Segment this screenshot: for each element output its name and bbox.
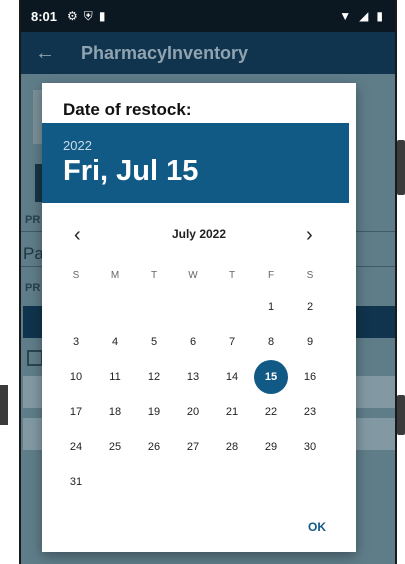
header-year[interactable]: 2022: [63, 138, 92, 153]
calendar-day[interactable]: 2: [293, 292, 327, 322]
date-picker-dialog: Date of restock: 2022 Fri, Jul 15 ‹ July…: [42, 83, 356, 552]
app-bar: ← PharmacyInventory: [21, 32, 395, 74]
calendar-day[interactable]: 27: [176, 432, 210, 462]
calendar-day[interactable]: 19: [137, 397, 171, 427]
ok-button[interactable]: OK: [308, 520, 326, 534]
calendar-day[interactable]: 25: [98, 432, 132, 462]
calendar-day[interactable]: 4: [98, 327, 132, 357]
calendar-day[interactable]: 12: [137, 362, 171, 392]
calendar-day[interactable]: 11: [98, 362, 132, 392]
date-picker-header: 2022 Fri, Jul 15: [42, 123, 349, 203]
battery-icon: ▮: [376, 9, 383, 23]
form-label: PR: [25, 214, 41, 226]
calendar-day[interactable]: 7: [215, 327, 249, 357]
calendar-day[interactable]: 21: [215, 397, 249, 427]
chevron-right-icon[interactable]: ›: [306, 224, 313, 246]
volume-button: [397, 140, 405, 195]
status-bar: 8:01 ⚙ ⛨ ▮ ▼ ◢ ▮: [21, 0, 395, 32]
calendar-day[interactable]: 5: [137, 327, 171, 357]
calendar-day[interactable]: 23: [293, 397, 327, 427]
month-navigation: ‹ July 2022 ›: [42, 224, 356, 248]
calendar-day[interactable]: 20: [176, 397, 210, 427]
status-time: 8:01: [31, 8, 58, 24]
calendar-day[interactable]: 30: [293, 432, 327, 462]
calendar-day[interactable]: 9: [293, 327, 327, 357]
sd-card-icon: ▮: [98, 9, 106, 23]
calendar-day[interactable]: 18: [98, 397, 132, 427]
weekday-label: W: [188, 269, 198, 281]
calendar-day[interactable]: 6: [176, 327, 210, 357]
calendar-day[interactable]: 13: [176, 362, 210, 392]
calendar-day[interactable]: 1: [254, 292, 288, 322]
signal-icon: ◢: [359, 9, 369, 23]
weekday-label: S: [72, 269, 80, 281]
weekday-label: T: [228, 269, 236, 281]
device-frame: 8:01 ⚙ ⛨ ▮ ▼ ◢ ▮ ← PharmacyInventory PR …: [0, 0, 405, 564]
weekday-label: T: [150, 269, 158, 281]
device-edge: [0, 385, 8, 425]
selected-day[interactable]: 15: [254, 360, 288, 394]
weekday-label: S: [306, 269, 314, 281]
calendar-day[interactable]: 28: [215, 432, 249, 462]
status-right-icons: ▼ ◢ ▮: [339, 9, 383, 23]
background-checkbox: [27, 350, 43, 366]
calendar-day[interactable]: 26: [137, 432, 171, 462]
arrow-back-icon[interactable]: ←: [35, 42, 55, 65]
calendar-day[interactable]: 29: [254, 432, 288, 462]
form-field-value: Pa: [23, 244, 44, 263]
calendar-day[interactable]: 31: [59, 467, 93, 497]
calendar-day[interactable]: 17: [59, 397, 93, 427]
shield-icon: ⛨: [83, 8, 93, 23]
header-date: Fri, Jul 15: [63, 155, 199, 187]
calendar-day[interactable]: 14: [215, 362, 249, 392]
power-button: [397, 395, 405, 435]
form-label: PR: [25, 282, 41, 294]
app-title: PharmacyInventory: [81, 42, 249, 63]
calendar-day[interactable]: 24: [59, 432, 93, 462]
dialog-title: Date of restock:: [63, 100, 192, 119]
calendar-day[interactable]: 8: [254, 327, 288, 357]
gear-icon: ⚙: [67, 9, 78, 23]
weekday-label: M: [110, 269, 120, 281]
weekday-label: F: [267, 269, 275, 281]
wifi-icon: ▼: [339, 9, 352, 23]
calendar-day[interactable]: 10: [59, 362, 93, 392]
calendar-day[interactable]: 22: [254, 397, 288, 427]
calendar-day[interactable]: 3: [59, 327, 93, 357]
calendar-day[interactable]: 16: [293, 362, 327, 392]
